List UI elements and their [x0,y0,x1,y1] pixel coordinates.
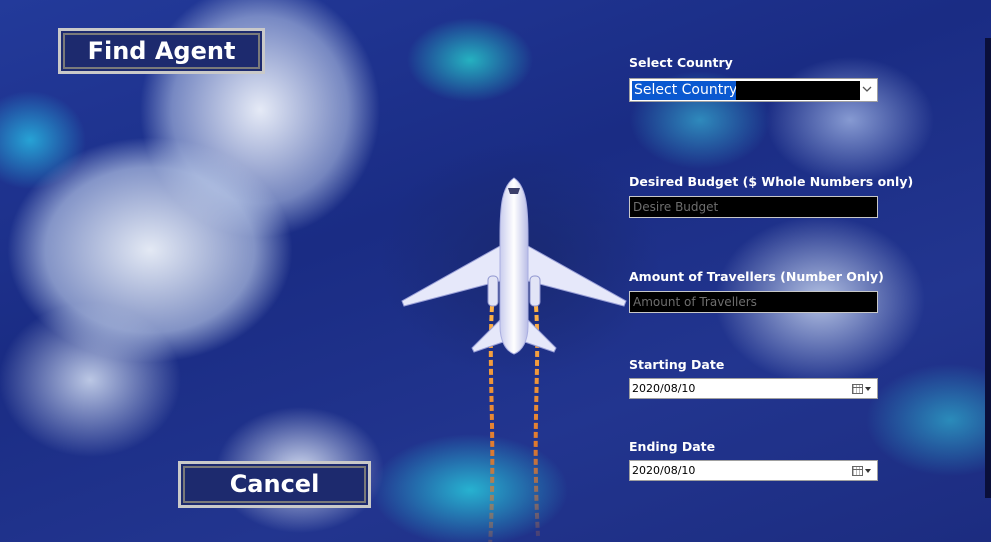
dropdown-arrow-icon [864,468,871,473]
start-date-dropdown[interactable] [848,381,874,396]
end-date-dropdown[interactable] [848,463,874,478]
travellers-label: Amount of Travellers (Number Only) [629,269,884,284]
end-date-picker[interactable]: 2020/08/10 [629,460,878,481]
country-selected-value: Select Country [632,81,740,100]
end-date-label: Ending Date [629,439,716,454]
country-select[interactable]: Select Country [629,78,878,102]
start-date-value: 2020/08/10 [632,382,696,395]
budget-input[interactable] [629,196,878,218]
start-date-picker[interactable]: 2020/08/10 [629,378,878,399]
airplane-illustration [401,177,627,542]
find-agent-button[interactable]: Find Agent [58,28,265,74]
select-highlight [736,81,860,100]
end-date-value: 2020/08/10 [632,464,696,477]
find-agent-window: Find Agent Cancel Select Country Select … [0,0,991,542]
calendar-icon [851,465,863,476]
chevron-down-icon[interactable] [861,82,873,98]
cancel-button[interactable]: Cancel [178,461,371,508]
travellers-input[interactable] [629,291,878,313]
country-label: Select Country [629,55,733,70]
dropdown-arrow-icon [864,386,871,391]
budget-label: Desired Budget ($ Whole Numbers only) [629,174,914,189]
window-edge-right [985,38,991,498]
start-date-label: Starting Date [629,357,725,372]
calendar-icon [851,383,863,394]
